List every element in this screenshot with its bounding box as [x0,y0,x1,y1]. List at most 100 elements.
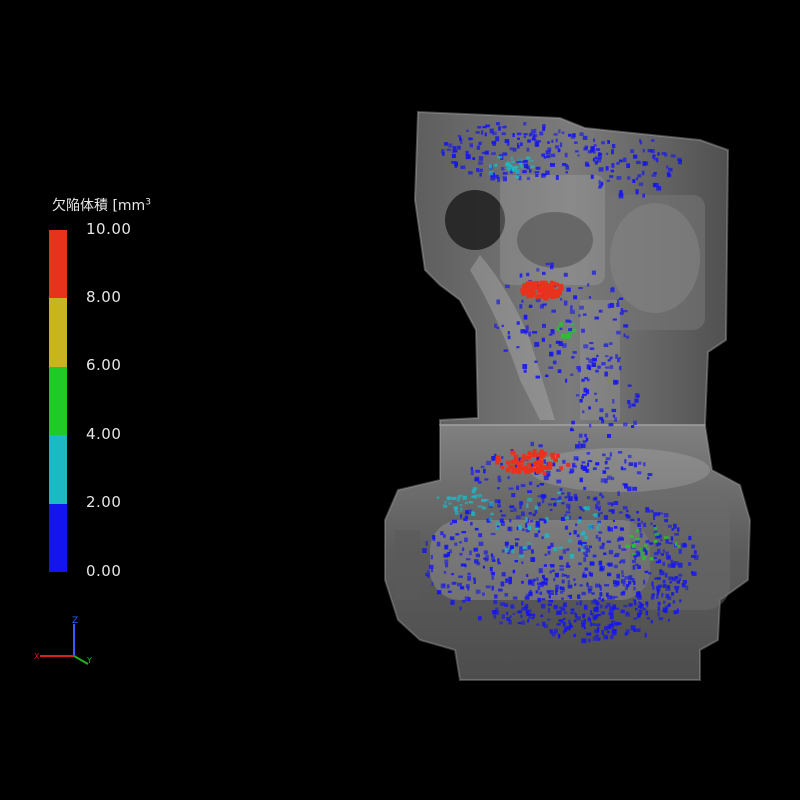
defect-voxel [662,607,668,612]
defect-voxel [651,139,655,142]
defect-voxel [532,331,538,334]
defect-voxel [523,160,528,163]
defect-voxel [633,599,636,602]
defect-voxel [570,611,574,615]
defect-voxel [553,133,558,136]
defect-voxel [568,471,573,474]
defect-voxel [550,163,555,167]
defect-voxel [485,585,491,589]
defect-voxel [561,333,565,337]
defect-voxel [512,147,517,152]
defect-voxel [527,490,532,494]
defect-voxel [642,555,647,561]
defect-voxel [673,610,677,615]
defect-voxel [478,616,482,621]
defect-voxel [491,456,495,461]
defect-voxel [577,154,580,157]
defect-voxel-large [540,449,544,454]
ct-3d-viewport[interactable]: 欠陥体積 [mm3 10.00 8.00 6.00 4.00 2.00 0.00… [0,0,800,800]
defect-voxel [453,496,457,500]
defect-voxel [466,129,469,132]
defect-voxel [497,504,501,508]
defect-voxel [468,501,473,504]
defect-voxel-large [566,462,571,467]
defect-voxel [657,152,660,156]
defect-voxel [583,147,587,151]
defect-voxel [576,534,580,538]
defect-voxel [468,171,473,175]
defect-voxel [484,478,489,481]
defect-voxel [582,393,587,397]
defect-voxel [595,398,598,402]
defect-voxel [549,629,553,633]
defect-voxel [509,147,513,151]
defect-voxel [596,614,601,617]
defect-voxel [604,584,609,587]
defect-voxel [673,523,677,529]
defect-voxel [457,582,462,587]
defect-voxel [489,128,494,134]
defect-voxel [459,136,462,141]
defect-voxel [662,561,665,566]
defect-voxel [615,354,618,359]
defect-voxel [610,288,615,293]
defect-voxel [457,134,461,137]
defect-voxel [589,561,595,566]
defect-voxel [489,164,492,169]
defect-voxel [581,591,586,596]
defect-voxel [547,603,552,606]
defect-voxel [604,467,610,470]
defect-voxel [536,577,539,581]
defect-voxel [501,614,505,619]
defect-voxel [550,565,555,568]
defect-voxel [657,584,663,588]
defect-voxel [592,150,596,154]
defect-voxel [557,148,561,153]
defect-voxel [527,619,530,623]
defect-voxel [676,580,680,584]
defect-voxel [640,520,643,524]
defect-voxel [583,486,587,490]
defect-voxel [625,335,630,339]
defect-voxel [552,360,557,365]
defect-voxel [497,177,500,182]
defect-voxel [555,340,561,344]
color-band-4-6 [49,367,67,435]
defect-voxel [506,611,509,616]
defect-voxel [422,548,427,553]
defect-voxel [627,176,631,180]
defect-voxel [621,570,624,575]
defect-voxel [462,547,465,552]
defect-voxel [636,471,642,475]
defect-voxel [532,513,536,517]
defect-voxel [493,600,498,605]
defect-voxel [663,513,669,518]
defect-voxel [528,526,532,531]
defect-voxel [531,549,534,554]
defect-voxel-large [517,464,522,469]
defect-voxel [451,581,457,585]
defect-voxel [553,577,556,582]
defect-voxel [568,496,573,502]
defect-voxel [609,302,615,308]
defect-voxel [526,147,530,152]
defect-voxel [432,538,436,541]
defect-voxel-large [517,470,522,475]
defect-voxel [592,554,597,558]
defect-voxel [570,373,574,376]
defect-voxel [517,158,523,162]
defect-voxel [598,179,601,185]
defect-voxel [597,365,601,369]
defect-voxel [607,631,610,634]
defect-voxel [569,554,575,559]
defect-voxel [598,597,601,600]
defect-voxel [550,498,556,501]
defect-voxel-large [500,465,505,470]
defect-voxel [534,509,538,514]
defect-voxel-large [550,293,555,298]
defect-voxel [643,579,646,585]
defect-voxel [631,552,637,556]
defect-voxel [477,480,482,484]
defect-voxel [541,598,546,601]
defect-voxel [497,487,500,490]
